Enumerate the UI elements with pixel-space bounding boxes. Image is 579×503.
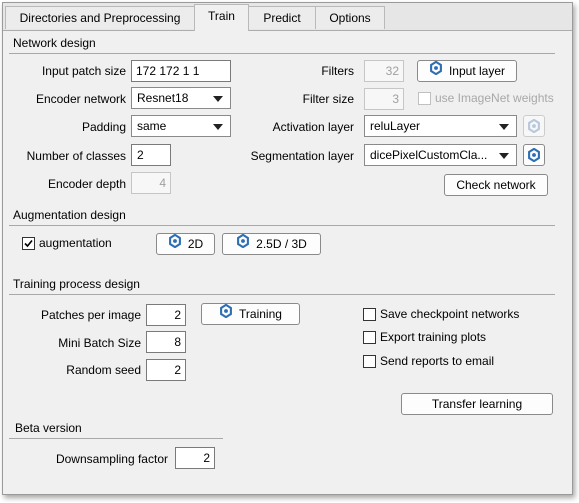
- number-of-classes-label: Number of classes: [26, 149, 126, 163]
- transfer-learning-button[interactable]: Transfer learning: [401, 393, 553, 415]
- activation-layer-dropdown[interactable]: reluLayer: [364, 115, 517, 137]
- training-process-title: Training process design: [13, 277, 140, 291]
- augmentation-25d3d-button[interactable]: 2.5D / 3D: [222, 233, 321, 255]
- input-layer-label: Input layer: [448, 64, 506, 78]
- encoder-depth-label: Encoder depth: [47, 177, 126, 191]
- encoder-network-value: Resnet18: [137, 91, 189, 105]
- random-seed-label: Random seed: [66, 363, 141, 377]
- encoder-network-label: Encoder network: [35, 92, 126, 106]
- chevron-down-icon: [499, 153, 509, 159]
- segmentation-settings-button[interactable]: [523, 144, 545, 166]
- patches-per-image-field[interactable]: 2: [146, 304, 186, 326]
- augmentation-design-title: Augmentation design: [13, 208, 126, 222]
- check-network-button[interactable]: Check network: [444, 174, 548, 196]
- filter-size-label: Filter size: [302, 92, 354, 106]
- export-plots-checkbox[interactable]: [363, 331, 376, 344]
- tab-directories-preprocessing[interactable]: Directories and Preprocessing: [5, 6, 195, 29]
- filters-label: Filters: [321, 64, 354, 78]
- send-reports-label: Send reports to email: [380, 354, 495, 368]
- gear-icon: [236, 233, 250, 254]
- downsampling-factor-field[interactable]: 2: [175, 447, 215, 469]
- patches-per-image-label: Patches per image: [40, 308, 141, 322]
- mini-batch-size-field[interactable]: 8: [146, 331, 186, 353]
- training-settings-label: Training: [239, 307, 282, 321]
- save-checkpoint-checkbox[interactable]: [363, 308, 376, 321]
- training-process-divider: [9, 294, 555, 295]
- encoder-network-dropdown[interactable]: Resnet18: [131, 87, 231, 109]
- augmentation-checkbox[interactable]: [22, 237, 35, 250]
- augmentation-2d-label: 2D: [187, 237, 204, 251]
- augmentation-25d3d-label: 2.5D / 3D: [256, 237, 307, 251]
- filter-size-field[interactable]: 3: [364, 88, 404, 110]
- augmentation-2d-button[interactable]: 2D: [156, 233, 215, 255]
- export-plots-label: Export training plots: [380, 330, 487, 344]
- activation-layer-value: reluLayer: [370, 119, 421, 133]
- send-reports-checkbox[interactable]: [363, 355, 376, 368]
- augmentation-design-divider: [9, 225, 555, 226]
- save-checkpoint-label: Save checkpoint networks: [380, 307, 520, 321]
- padding-value: same: [137, 119, 167, 133]
- downsampling-factor-label: Downsampling factor: [55, 452, 168, 466]
- training-window: Directories and Preprocessing Train Pred…: [2, 2, 573, 495]
- activation-layer-label: Activation layer: [272, 120, 354, 134]
- chevron-down-icon: [499, 124, 509, 130]
- imagenet-weights-checkbox[interactable]: [418, 92, 431, 105]
- gear-icon: [219, 303, 233, 324]
- chevron-down-icon: [213, 124, 223, 130]
- padding-dropdown[interactable]: same: [131, 115, 231, 137]
- chevron-down-icon: [213, 96, 223, 102]
- input-layer-button[interactable]: Input layer: [417, 60, 517, 82]
- random-seed-field[interactable]: 2: [146, 359, 186, 381]
- segmentation-layer-dropdown[interactable]: dicePixelCustomCla...: [364, 144, 517, 166]
- tab-train[interactable]: Train: [194, 4, 249, 31]
- encoder-depth-field[interactable]: 4: [131, 172, 171, 194]
- mini-batch-size-label: Mini Batch Size: [58, 336, 141, 350]
- augmentation-label: augmentation: [39, 236, 112, 250]
- gear-icon: [168, 233, 182, 254]
- segmentation-layer-value: dicePixelCustomCla...: [370, 148, 488, 162]
- training-settings-button[interactable]: Training: [201, 303, 300, 325]
- tab-options[interactable]: Options: [315, 6, 385, 29]
- beta-version-divider: [9, 438, 223, 439]
- network-design-title: Network design: [13, 36, 96, 50]
- checkmark-icon: [24, 239, 33, 248]
- imagenet-weights-label: use ImageNet weights: [435, 91, 554, 105]
- number-of-classes-field[interactable]: 2: [131, 144, 171, 166]
- tab-strip: Directories and Preprocessing Train Pred…: [3, 3, 572, 31]
- activation-settings-button[interactable]: [523, 115, 545, 137]
- gear-icon: [429, 60, 443, 81]
- input-patch-size-label: Input patch size: [41, 64, 126, 78]
- padding-label: Padding: [81, 120, 126, 134]
- segmentation-layer-label: Segmentation layer: [250, 149, 354, 163]
- network-design-divider: [9, 53, 555, 54]
- filters-field[interactable]: 32: [364, 60, 404, 82]
- input-patch-size-field[interactable]: 172 172 1 1: [131, 60, 231, 82]
- beta-version-title: Beta version: [15, 421, 82, 435]
- tab-predict[interactable]: Predict: [248, 6, 316, 29]
